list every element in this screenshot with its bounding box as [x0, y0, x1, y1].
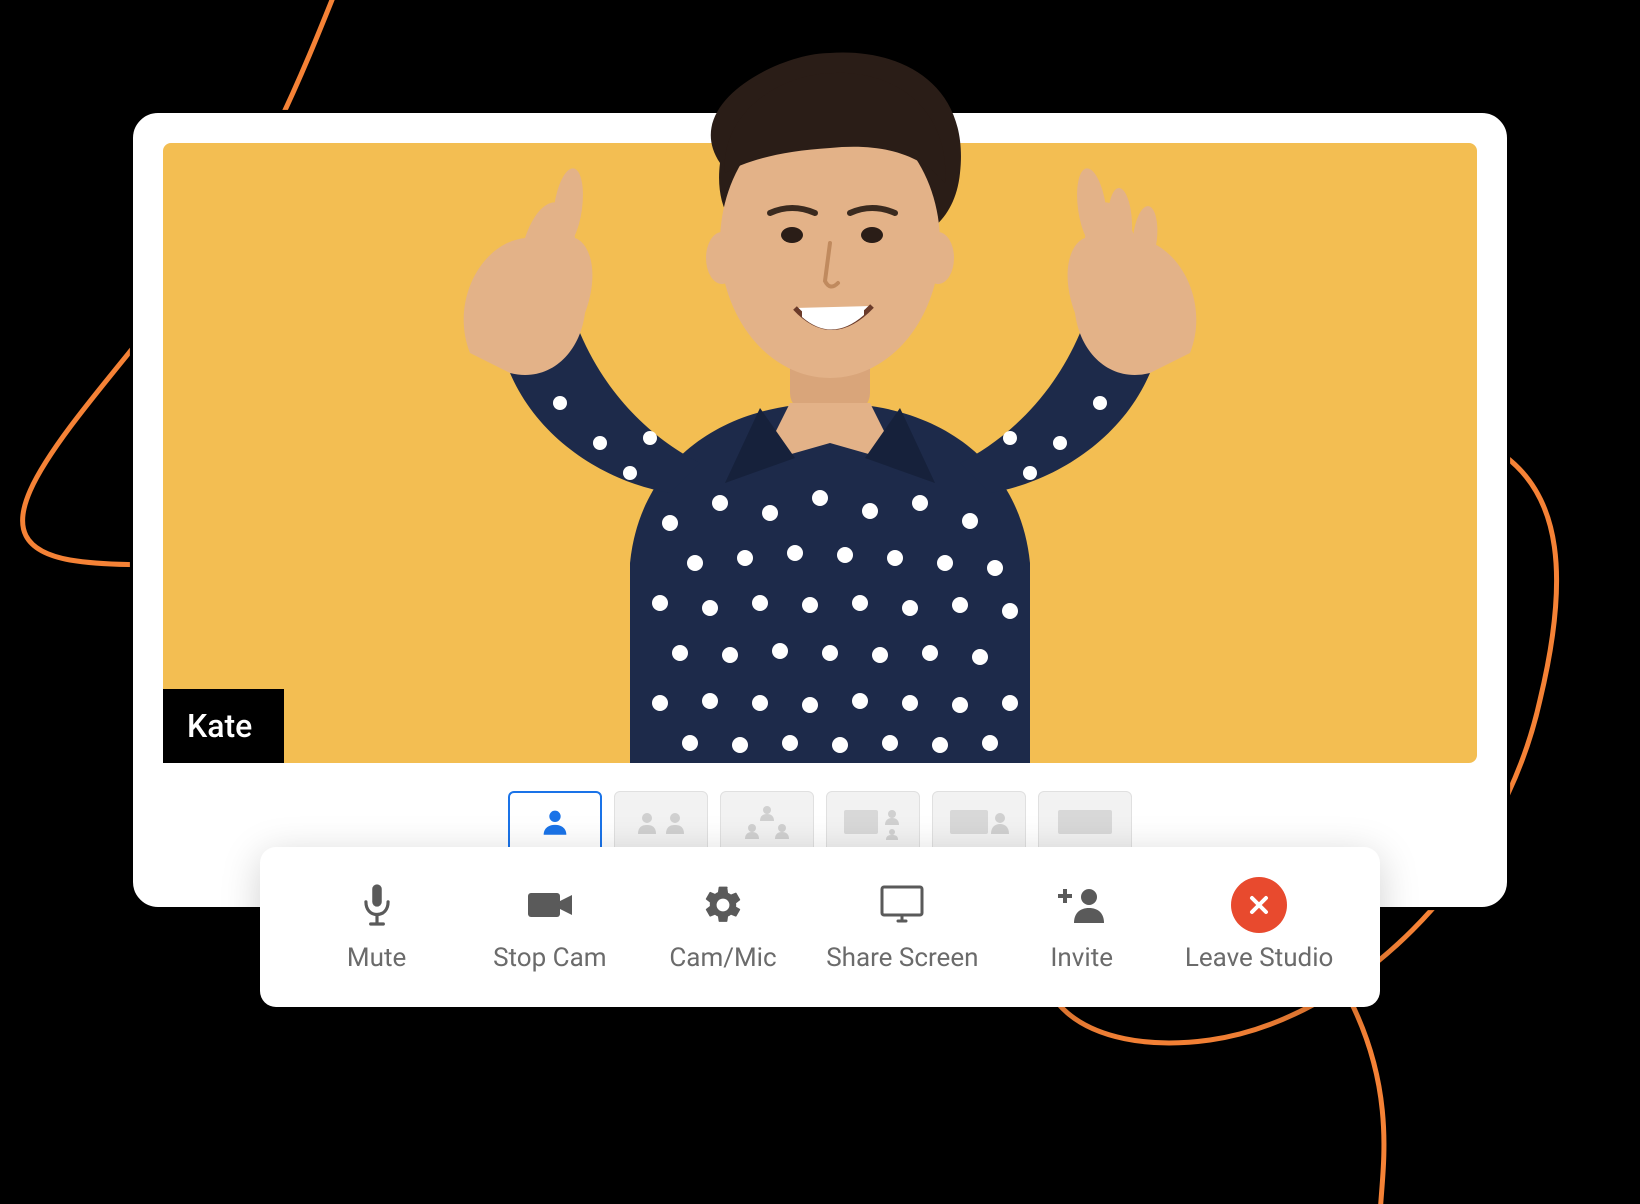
fullscreen-icon	[1050, 802, 1120, 842]
control-toolbar: Mute Stop Cam Cam/Mic	[260, 847, 1380, 1007]
invite-label: Invite	[1050, 943, 1113, 973]
share-screen-button[interactable]: Share Screen	[826, 881, 978, 973]
participant-name-tag: Kate	[163, 689, 284, 763]
two-person-icon	[631, 807, 691, 837]
feature-two-icon	[838, 802, 908, 842]
leave-studio-button[interactable]: Leave Studio	[1185, 881, 1334, 973]
mute-label: Mute	[347, 943, 406, 973]
layout-option-fullscreen[interactable]	[1038, 791, 1132, 853]
studio-window: Kate	[130, 110, 1510, 910]
monitor-icon	[878, 881, 926, 929]
layout-option-two-up[interactable]	[614, 791, 708, 853]
person-icon	[538, 805, 572, 839]
video-feed: Kate	[163, 143, 1477, 763]
layout-option-feature-two[interactable]	[826, 791, 920, 853]
layout-option-feature-solo[interactable]	[932, 791, 1026, 853]
share-screen-label: Share Screen	[826, 943, 978, 973]
layout-option-solo[interactable]	[508, 791, 602, 853]
invite-button[interactable]: Invite	[1012, 881, 1152, 973]
stop-cam-button[interactable]: Stop Cam	[480, 881, 620, 973]
cam-mic-label: Cam/Mic	[669, 943, 776, 973]
microphone-icon	[358, 881, 396, 929]
close-icon	[1231, 881, 1287, 929]
layout-selector	[163, 791, 1477, 853]
camera-icon	[524, 881, 576, 929]
mute-button[interactable]: Mute	[307, 881, 447, 973]
participant-name: Kate	[187, 707, 252, 745]
layout-option-three-up[interactable]	[720, 791, 814, 853]
participant-video	[360, 43, 1280, 763]
gear-icon	[701, 881, 745, 929]
three-person-icon	[732, 802, 802, 842]
leave-label: Leave Studio	[1185, 943, 1334, 973]
cam-mic-button[interactable]: Cam/Mic	[653, 881, 793, 973]
add-person-icon	[1057, 881, 1107, 929]
stop-cam-label: Stop Cam	[493, 943, 606, 973]
feature-solo-icon	[944, 802, 1014, 842]
